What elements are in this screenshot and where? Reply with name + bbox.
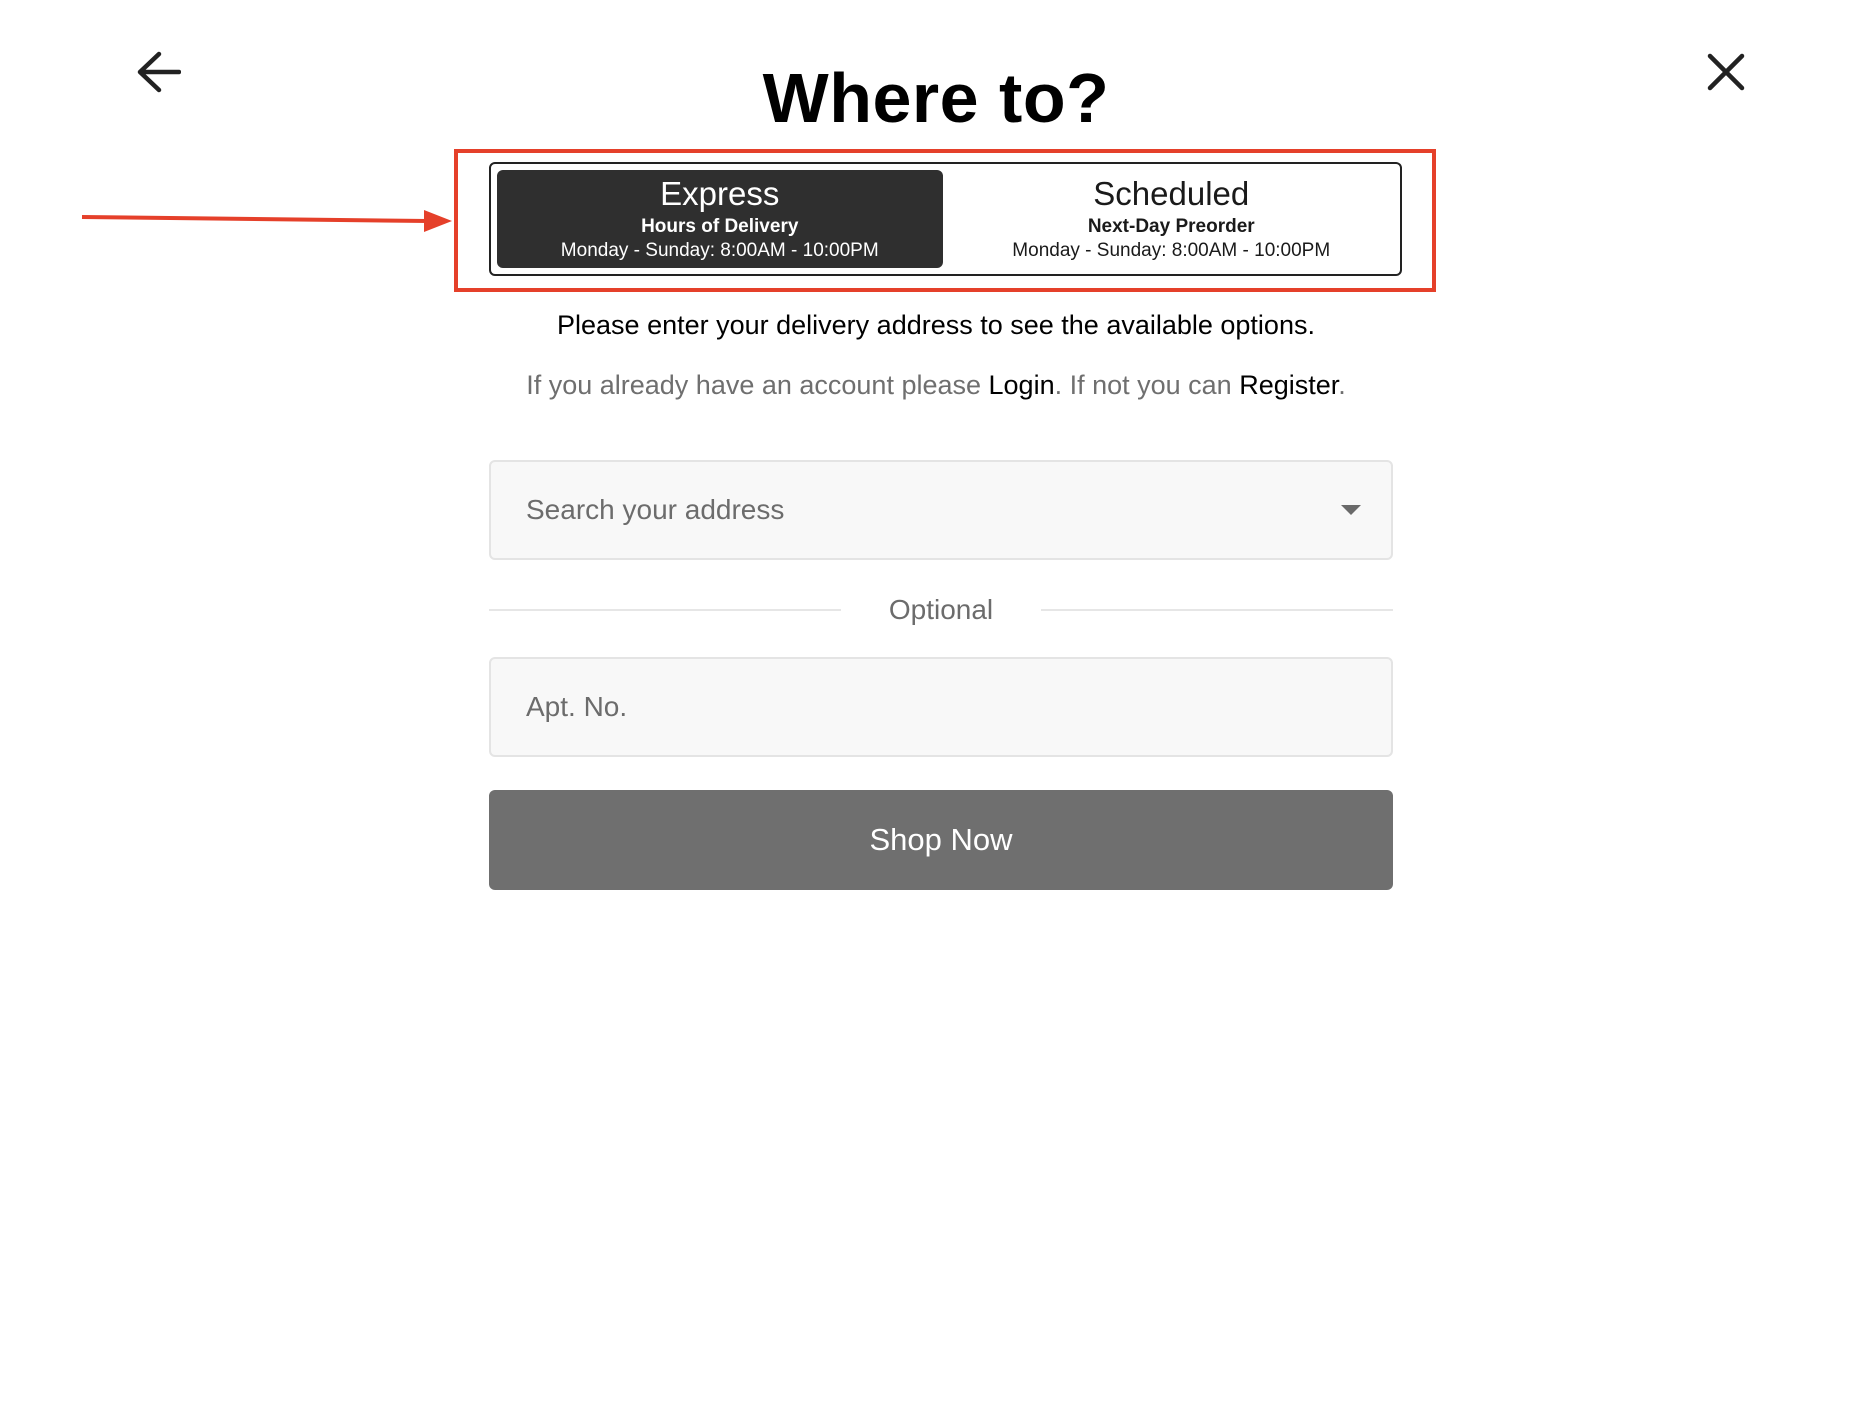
- mode-name: Scheduled: [1093, 175, 1250, 212]
- delivery-mode-toggle: Express Hours of Delivery Monday - Sunda…: [489, 162, 1402, 276]
- apartment-input[interactable]: [524, 658, 1361, 756]
- account-prefix: If you already have an account please: [526, 370, 989, 400]
- page-title: Where to?: [762, 59, 1110, 137]
- instruction-text: Please enter your delivery address to se…: [557, 310, 1315, 340]
- caret-down-icon[interactable]: [1341, 505, 1361, 515]
- mode-subtitle: Next-Day Preorder: [1087, 216, 1255, 237]
- express-option[interactable]: Express Hours of Delivery Monday - Sunda…: [497, 170, 943, 268]
- annotation-arrow: [81, 210, 452, 232]
- login-link[interactable]: Login: [989, 370, 1055, 400]
- mode-name: Express: [660, 175, 780, 212]
- apartment-field[interactable]: [489, 657, 1393, 757]
- divider-line: [1041, 609, 1393, 611]
- scheduled-option[interactable]: Scheduled Next-Day Preorder Monday - Sun…: [948, 170, 1394, 268]
- address-search-input[interactable]: [524, 461, 1341, 559]
- account-prompt: If you already have an account please Lo…: [0, 368, 1872, 402]
- divider-line: [489, 609, 841, 611]
- mode-hours: Monday - Sunday: 8:00AM - 10:00PM: [560, 240, 879, 261]
- address-search-field[interactable]: [489, 460, 1393, 560]
- optional-divider: Optional: [489, 590, 1393, 630]
- account-middle: . If not you can: [1054, 370, 1240, 400]
- optional-label: Optional: [888, 594, 994, 625]
- mode-hours: Monday - Sunday: 8:00AM - 10:00PM: [1012, 240, 1331, 261]
- register-link[interactable]: Register: [1239, 370, 1338, 400]
- mode-subtitle: Hours of Delivery: [641, 216, 799, 237]
- account-suffix: .: [1338, 370, 1346, 400]
- shop-now-button[interactable]: Shop Now: [489, 790, 1393, 890]
